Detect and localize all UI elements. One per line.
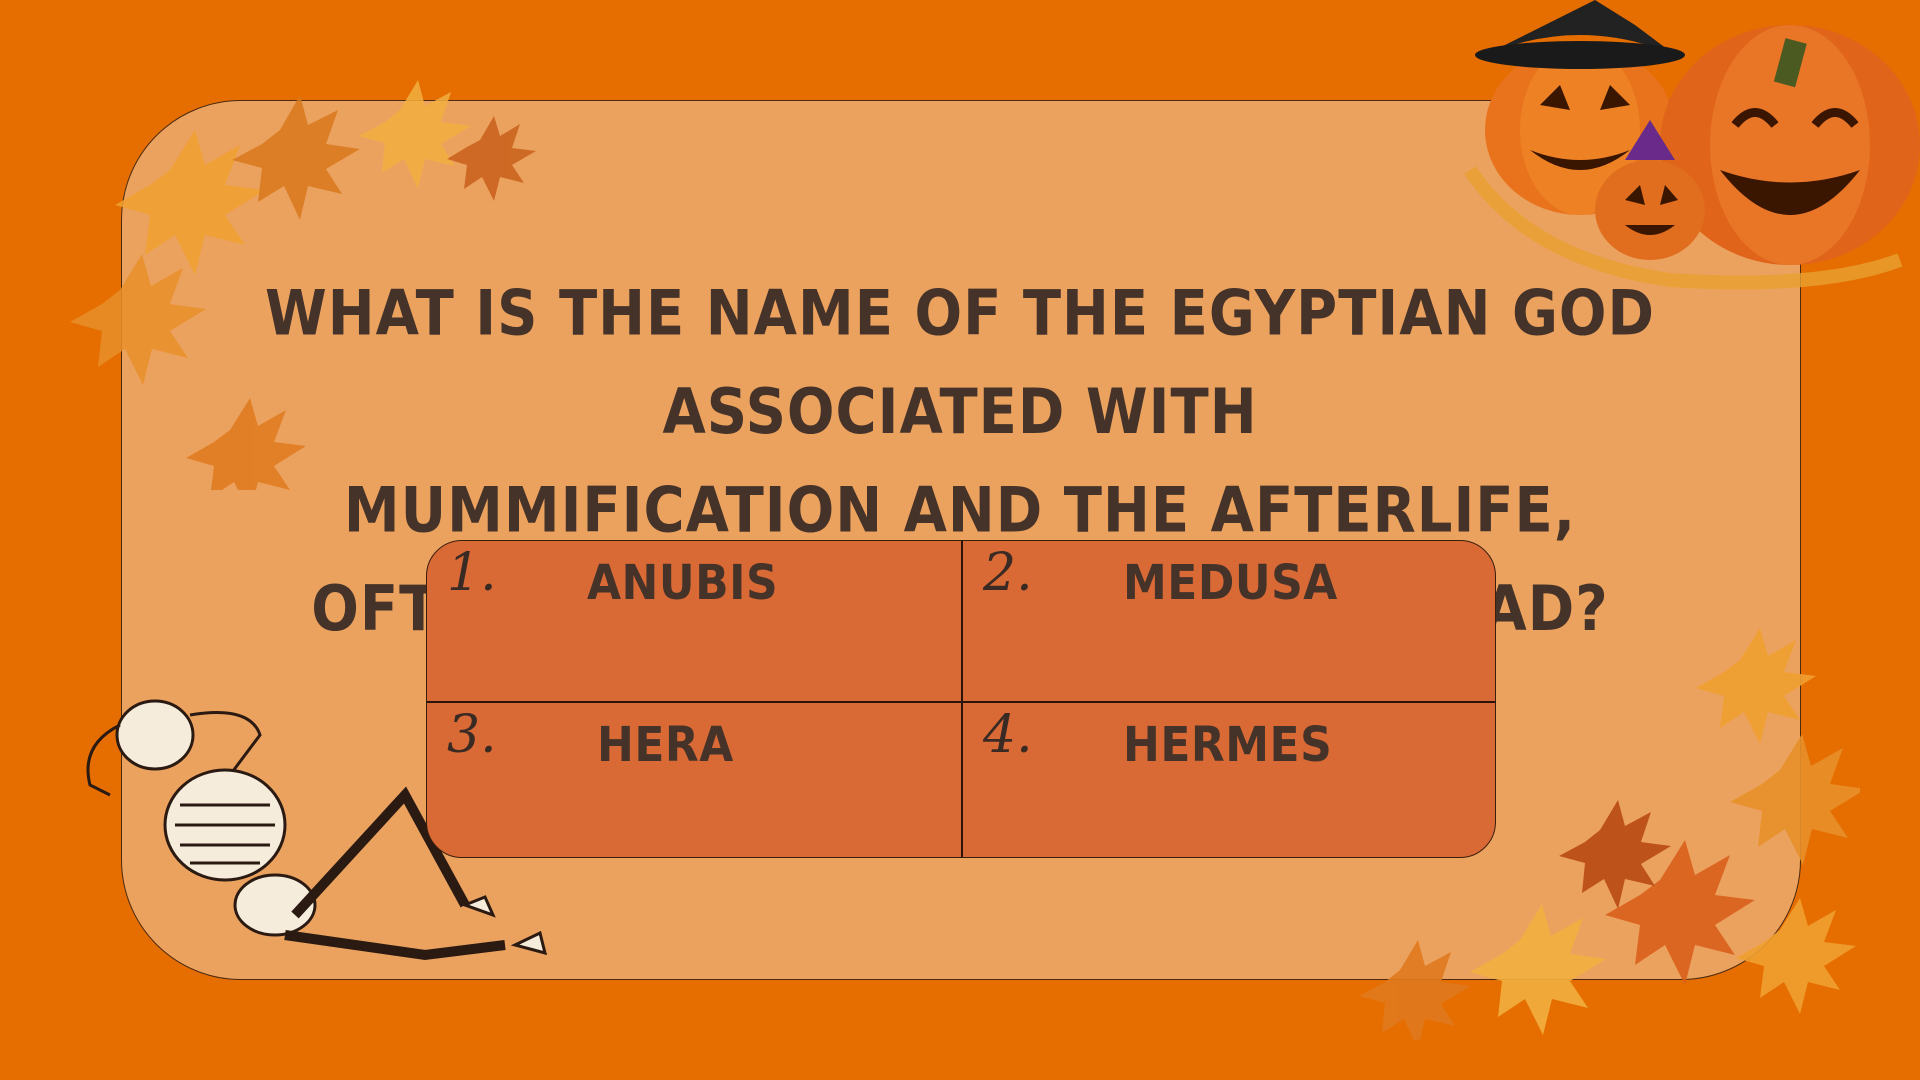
answer-number: 3. xyxy=(447,705,497,765)
answer-label: MEDUSA xyxy=(1123,555,1338,612)
answer-option-1[interactable]: 1. ANUBIS xyxy=(427,541,961,699)
question-line-1: WHAT IS THE NAME OF THE EGYPTIAN GOD ASS… xyxy=(264,277,1656,449)
answer-option-3[interactable]: 3. HERA xyxy=(427,703,961,857)
jack-o-lanterns-icon xyxy=(1464,0,1920,290)
answer-grid: 1. ANUBIS 2. MEDUSA 3. HERA 4. HERMES xyxy=(426,540,1496,858)
answer-number: 2. xyxy=(983,543,1033,603)
answer-option-2[interactable]: 2. MEDUSA xyxy=(963,541,1495,699)
answer-label: HERA xyxy=(597,717,734,774)
answer-option-4[interactable]: 4. HERMES xyxy=(963,703,1495,857)
answer-number: 1. xyxy=(447,543,497,603)
answer-label: HERMES xyxy=(1123,717,1333,774)
answer-label: ANUBIS xyxy=(587,555,779,612)
answer-number: 4. xyxy=(983,705,1033,765)
